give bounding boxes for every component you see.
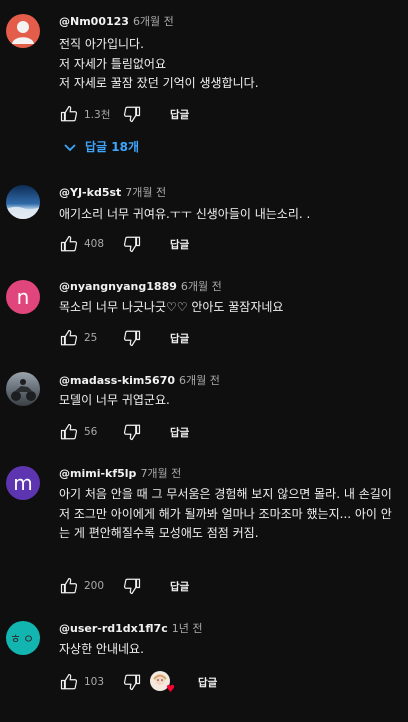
reply-button[interactable]: 답글 — [170, 107, 189, 122]
dislike-button[interactable] — [122, 104, 142, 124]
comment-header: @madass-kim5670 6개월 전 — [59, 372, 220, 388]
like-count: 56 — [84, 426, 98, 438]
dislike-button[interactable] — [122, 234, 142, 254]
thumb-down-icon — [123, 330, 141, 347]
view-replies-button[interactable]: 답글 18개 — [63, 138, 139, 155]
comment-time[interactable]: 6개월 전 — [181, 280, 222, 293]
comment-author[interactable]: @user-rd1dx1fl7c — [59, 622, 168, 635]
thumb-up-icon — [60, 235, 78, 252]
comment-author[interactable]: @madass-kim5670 — [59, 374, 175, 387]
replies-count-label: 답글 18개 — [85, 140, 139, 154]
comment-text: 모델이 너무 귀엽군요. — [59, 393, 170, 407]
person-icon — [12, 21, 34, 44]
comment-actions: 1.3천 답글 — [59, 104, 189, 124]
reply-button[interactable]: 답글 — [170, 579, 189, 594]
avatar-letter: ㅎㅇ — [9, 631, 37, 646]
comment-text: 전직 아가입니다. 저 자세가 틀림없어요 저 자세로 꿀잠 잤던 기억이 생생… — [59, 37, 259, 90]
comment-actions: 200 답글 — [59, 576, 189, 596]
comment-actions: 103 ♥ 답글 — [59, 671, 217, 695]
like-count: 408 — [84, 238, 105, 250]
avatar[interactable]: n — [6, 280, 40, 314]
thumb-down-icon — [123, 578, 141, 595]
comment-time[interactable]: 1년 전 — [172, 622, 203, 635]
avatar[interactable] — [6, 372, 40, 406]
comment-header: @nyangnyang1889 6개월 전 — [59, 278, 222, 294]
thumb-down-icon — [123, 674, 141, 691]
dislike-button[interactable] — [122, 672, 142, 692]
comment-time[interactable]: 7개월 전 — [140, 467, 181, 480]
reply-button[interactable]: 답글 — [170, 331, 189, 346]
comment-time[interactable]: 7개월 전 — [125, 186, 166, 199]
chevron-down-icon — [63, 140, 77, 154]
thumb-down-icon — [123, 236, 141, 253]
like-count: 103 — [84, 676, 105, 688]
comment-time[interactable]: 6개월 전 — [179, 374, 220, 387]
creator-heart-badge: ♥ — [150, 671, 175, 695]
comment-text: 목소리 너무 나긋나긋♡♡ 안아도 꿀잠자네요 — [59, 300, 284, 314]
avatar-letter: n — [16, 285, 30, 309]
comment-actions: 56 답글 — [59, 422, 189, 442]
thumb-up-icon — [60, 423, 78, 440]
comment-header: @user-rd1dx1fl7c 1년 전 — [59, 620, 202, 636]
dislike-button[interactable] — [122, 328, 142, 348]
reply-button[interactable]: 답글 — [170, 425, 189, 440]
avatar[interactable] — [6, 14, 40, 48]
like-button[interactable] — [59, 328, 79, 348]
like-button[interactable] — [59, 422, 79, 442]
comment-text: 자상한 안내네요. — [59, 642, 144, 656]
comment-text: 애기소리 너무 귀여유.ㅜㅜ 신생아들이 내는소리. . — [59, 207, 311, 221]
like-button[interactable] — [59, 576, 79, 596]
comment-author[interactable]: @mimi-kf5lp — [59, 467, 136, 480]
avatar[interactable] — [6, 185, 40, 219]
comment-actions: 408 답글 — [59, 234, 189, 254]
like-count: 200 — [84, 580, 105, 592]
like-count: 25 — [84, 332, 98, 344]
like-button[interactable] — [59, 234, 79, 254]
avatar[interactable]: ㅎㅇ — [6, 621, 40, 655]
comment-author[interactable]: @nyangnyang1889 — [59, 280, 177, 293]
thumb-down-icon — [123, 424, 141, 441]
comment-author[interactable]: @YJ-kd5st — [59, 186, 121, 199]
reply-button[interactable]: 답글 — [198, 675, 217, 690]
thumb-down-icon — [123, 106, 141, 123]
dislike-button[interactable] — [122, 576, 142, 596]
reply-button[interactable]: 답글 — [170, 237, 189, 252]
thumb-up-icon — [60, 673, 78, 690]
dislike-button[interactable] — [122, 422, 142, 442]
like-count: 1.3천 — [84, 108, 111, 121]
avatar[interactable]: m — [6, 466, 40, 500]
comment-text: 아기 처음 안을 때 그 무서움은 경험해 보지 않으면 몰라. 내 손길이 저… — [59, 487, 392, 540]
comment-author[interactable]: @Nm00123 — [59, 15, 129, 28]
comment-header: @Nm00123 6개월 전 — [59, 13, 174, 29]
comment-header: @mimi-kf5lp 7개월 전 — [59, 465, 181, 481]
comment-header: @YJ-kd5st 7개월 전 — [59, 184, 166, 200]
thumb-up-icon — [60, 105, 78, 122]
sky-photo-icon — [6, 206, 40, 219]
thumb-up-icon — [60, 329, 78, 346]
heart-icon: ♥ — [166, 684, 175, 695]
thumb-up-icon — [60, 577, 78, 594]
motorcycle-photo-icon — [11, 379, 36, 401]
comment-actions: 25 답글 — [59, 328, 189, 348]
comment-time[interactable]: 6개월 전 — [133, 15, 174, 28]
like-button[interactable] — [59, 104, 79, 124]
like-button[interactable] — [59, 672, 79, 692]
avatar-letter: m — [13, 471, 33, 495]
